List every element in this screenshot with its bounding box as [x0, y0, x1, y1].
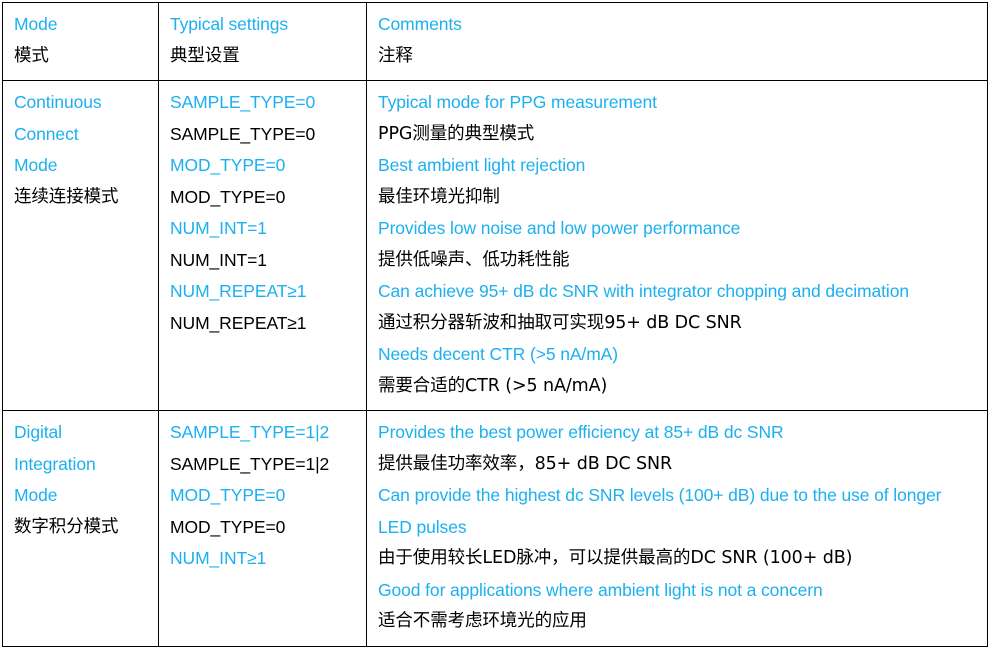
comment-line: Can provide the highest dc SNR levels (1…: [378, 485, 947, 537]
cell-mode: Continuous Connect Mode 连续连接模式: [2, 80, 159, 411]
comment-line: Provides low noise and low power perform…: [378, 218, 741, 238]
setting-line: SAMPLE_TYPE=0: [170, 92, 316, 112]
comment-line: Can achieve 95+ dB dc SNR with integrato…: [378, 281, 909, 301]
setting-line: NUM_INT=1: [170, 218, 267, 238]
comment-line: 由于使用较长LED脉冲，可以提供最高的DC SNR (100+ dB): [378, 548, 853, 568]
mode-en-line: Mode: [14, 485, 58, 505]
setting-line: NUM_INT=1: [170, 249, 267, 270]
comment-line: 通过积分器斩波和抽取可实现95+ dB DC SNR: [378, 312, 742, 333]
setting-line: NUM_INT≥1: [170, 548, 267, 568]
mode-en-line: Continuous: [14, 92, 102, 112]
mode-en-line: Mode: [14, 155, 58, 175]
cell-typical-settings: SAMPLE_TYPE=1|2 SAMPLE_TYPE=1|2 MOD_TYPE…: [158, 410, 367, 647]
comment-line: 提供低噪声、低功耗性能: [378, 249, 570, 270]
setting-line: MOD_TYPE=0: [170, 186, 286, 207]
mode-zh-line: 连续连接模式: [14, 186, 119, 207]
comment-line: 最佳环境光抑制: [378, 186, 500, 207]
setting-line: MOD_TYPE=0: [170, 485, 286, 505]
mode-en-line: Connect: [14, 123, 79, 144]
comment-line: 提供最佳功率效率，85+ dB DC SNR: [378, 453, 673, 474]
header-comments-zh: 注释: [378, 45, 413, 66]
comment-line: 需要合适的CTR (>5 nA/mA): [378, 375, 608, 396]
settings-lines: SAMPLE_TYPE=0 SAMPLE_TYPE=0 MOD_TYPE=0 M…: [159, 87, 366, 339]
spec-table-container: Mode 模式 Typical settings 典型设置 Comments 注…: [2, 2, 988, 647]
table-header-row: Mode 模式 Typical settings 典型设置 Comments 注…: [2, 2, 988, 81]
comment-lines: Provides the best power efficiency at 85…: [367, 417, 987, 638]
header-settings-inner: Typical settings 典型设置: [159, 9, 366, 72]
mode-lines: Digital Integration Mode 数字积分模式: [3, 417, 158, 543]
header-comments-en: Comments: [378, 14, 462, 34]
cell-comments: Provides the best power efficiency at 85…: [366, 410, 988, 647]
settings-lines: SAMPLE_TYPE=1|2 SAMPLE_TYPE=1|2 MOD_TYPE…: [159, 417, 366, 575]
setting-line: SAMPLE_TYPE=1|2: [170, 453, 330, 474]
comment-line: Good for applications where ambient ligh…: [378, 579, 823, 600]
mode-zh-line: 数字积分模式: [14, 516, 119, 537]
setting-line: SAMPLE_TYPE=0: [170, 123, 316, 144]
cell-mode: Digital Integration Mode 数字积分模式: [2, 410, 159, 647]
comment-lines: Typical mode for PPG measurement PPG测量的典…: [367, 87, 987, 402]
header-mode-en: Mode: [14, 14, 58, 34]
setting-line: NUM_REPEAT≥1: [170, 312, 307, 333]
header-settings-en: Typical settings: [170, 14, 289, 34]
header-settings-zh: 典型设置: [170, 45, 240, 66]
cell-typical-settings: SAMPLE_TYPE=0 SAMPLE_TYPE=0 MOD_TYPE=0 M…: [158, 80, 367, 411]
setting-line: MOD_TYPE=0: [170, 516, 286, 537]
header-cell-comments: Comments 注释: [366, 2, 988, 81]
header-mode-inner: Mode 模式: [3, 9, 158, 72]
mode-lines: Continuous Connect Mode 连续连接模式: [3, 87, 158, 213]
table-body: Mode 模式 Typical settings 典型设置 Comments 注…: [2, 2, 988, 647]
table-row: Digital Integration Mode 数字积分模式 SAMPLE_T…: [2, 410, 988, 647]
comment-line: PPG测量的典型模式: [378, 123, 535, 144]
mode-settings-table: Mode 模式 Typical settings 典型设置 Comments 注…: [2, 2, 988, 647]
comment-line: Typical mode for PPG measurement: [378, 92, 657, 112]
comment-line: Provides the best power efficiency at 85…: [378, 422, 784, 442]
header-cell-mode: Mode 模式: [2, 2, 159, 81]
setting-line: NUM_REPEAT≥1: [170, 281, 307, 301]
header-comments-inner: Comments 注释: [367, 9, 987, 72]
header-cell-typical-settings: Typical settings 典型设置: [158, 2, 367, 81]
mode-en-line: Digital: [14, 422, 62, 442]
comment-line: Needs decent CTR (>5 nA/mA): [378, 344, 618, 364]
mode-en-line: Integration: [14, 453, 96, 474]
comment-line: Best ambient light rejection: [378, 155, 586, 175]
header-mode-zh: 模式: [14, 45, 49, 66]
cell-comments: Typical mode for PPG measurement PPG测量的典…: [366, 80, 988, 411]
setting-line: SAMPLE_TYPE=1|2: [170, 422, 330, 442]
setting-line: MOD_TYPE=0: [170, 155, 286, 175]
table-row: Continuous Connect Mode 连续连接模式 SAMPLE_TY…: [2, 80, 988, 411]
